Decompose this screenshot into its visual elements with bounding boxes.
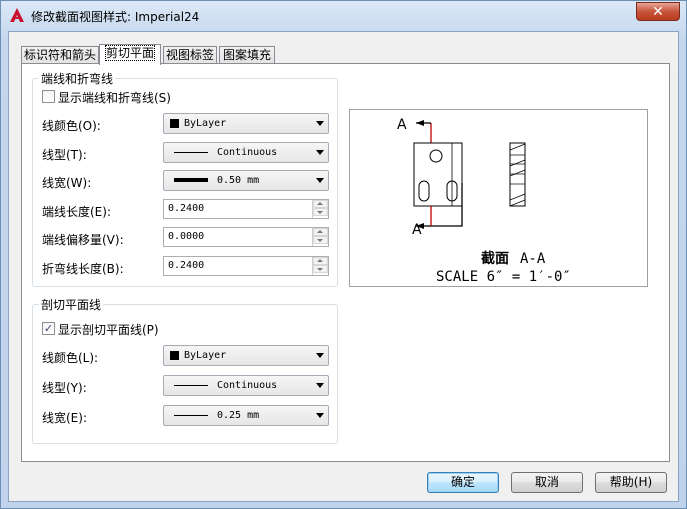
close-icon: ✕ — [652, 4, 664, 20]
end-line-length-label: 端线长度(E): — [42, 205, 111, 219]
cutting-plane-group-title: 剖切平面线 — [39, 296, 104, 313]
spin-up-icon[interactable] — [313, 257, 328, 265]
spin-down-icon[interactable] — [313, 208, 328, 216]
tab-cutting-plane[interactable]: 剪切平面 — [99, 44, 161, 65]
plane-lineweight-label: 线宽(E): — [42, 411, 87, 425]
tab-hatch[interactable]: 图案填充 — [219, 46, 275, 64]
color-swatch — [170, 351, 179, 360]
color-swatch — [170, 119, 179, 128]
bend-line-length-spinner[interactable]: 0.2400 — [163, 256, 329, 276]
bend-line-length-label: 折弯线长度(B): — [42, 262, 124, 276]
chevron-down-icon — [316, 413, 324, 418]
scale-label: SCALE 6″ = 1′-0″ — [436, 269, 571, 285]
end-linetype-label: 线型(T): — [42, 148, 87, 162]
show-end-lines-label: 显示端线和折弯线(S) — [58, 91, 171, 105]
end-lines-group-title: 端线和折弯线 — [39, 70, 116, 87]
title-bar[interactable]: 修改截面视图样式: Imperial24 ✕ — [1, 1, 686, 31]
close-button[interactable]: ✕ — [636, 2, 680, 21]
plane-linetype-dropdown[interactable]: Continuous — [163, 375, 329, 396]
help-button[interactable]: 帮助(H) — [595, 472, 667, 493]
show-cutting-plane-checkbox[interactable]: ✓ — [42, 322, 55, 335]
chevron-down-icon — [316, 383, 324, 388]
checkmark-icon: ✓ — [43, 322, 54, 335]
plane-line-color-label: 线颜色(L): — [42, 351, 99, 365]
preview-pane: A A 截面 A-A SCALE 6″ = 1′-0″ — [349, 109, 648, 287]
end-lineweight-label: 线宽(W): — [42, 176, 92, 190]
chevron-down-icon — [316, 178, 324, 183]
end-line-offset-label: 端线偏移量(V): — [42, 233, 124, 247]
end-line-color-label: 线颜色(O): — [42, 119, 101, 133]
tab-panel-cutting-plane: 端线和折弯线 显示端线和折弯线(S) 线颜色(O): ByLayer 线型(T)… — [21, 63, 670, 462]
spin-up-icon[interactable] — [313, 228, 328, 236]
spin-down-icon[interactable] — [313, 236, 328, 244]
plane-linetype-label: 线型(Y): — [42, 381, 87, 395]
end-lineweight-dropdown[interactable]: 0.50 mm — [163, 170, 329, 191]
end-line-length-spinner[interactable]: 0.2400 — [163, 199, 329, 219]
show-end-lines-checkbox[interactable] — [42, 90, 55, 103]
window-title: 修改截面视图样式: Imperial24 — [31, 10, 200, 24]
spin-down-icon[interactable] — [313, 265, 328, 273]
show-cutting-plane-label: 显示剖切平面线(P) — [58, 323, 159, 337]
cancel-button[interactable]: 取消 — [511, 472, 583, 493]
end-linetype-dropdown[interactable]: Continuous — [163, 142, 329, 163]
spin-up-icon[interactable] — [313, 200, 328, 208]
plane-line-color-dropdown[interactable]: ByLayer — [163, 345, 329, 366]
lineweight-sample — [174, 415, 208, 416]
end-line-color-dropdown[interactable]: ByLayer — [163, 113, 329, 134]
section-id: A-A — [520, 251, 546, 267]
linetype-sample — [174, 152, 208, 153]
section-word: 截面 — [481, 250, 509, 267]
dialog-window: 修改截面视图样式: Imperial24 ✕ 标识符和箭头 剪切平面 视图标签 … — [0, 0, 687, 509]
autocad-logo-icon — [10, 8, 24, 22]
section-label-bottom: A — [412, 222, 422, 238]
end-line-offset-spinner[interactable]: 0.0000 — [163, 227, 329, 247]
plane-lineweight-dropdown[interactable]: 0.25 mm — [163, 405, 329, 426]
linetype-sample — [174, 385, 208, 386]
chevron-down-icon — [316, 150, 324, 155]
section-preview-drawing: A A 截面 A-A SCALE 6″ = 1′-0″ — [397, 117, 571, 285]
section-label-top: A — [397, 117, 407, 133]
tab-identifiers-arrows[interactable]: 标识符和箭头 — [21, 46, 99, 64]
tab-view-label[interactable]: 视图标签 — [163, 46, 217, 64]
lineweight-sample — [174, 178, 208, 182]
dialog-body: 标识符和箭头 剪切平面 视图标签 图案填充 端线和折弯线 显示端线和折弯线(S)… — [8, 31, 679, 502]
cutting-plane-group: 剖切平面线 ✓ 显示剖切平面线(P) 线颜色(L): ByLayer 线型(Y)… — [32, 296, 338, 444]
chevron-down-icon — [316, 121, 324, 126]
end-lines-group: 端线和折弯线 显示端线和折弯线(S) 线颜色(O): ByLayer 线型(T)… — [32, 70, 338, 287]
chevron-down-icon — [316, 353, 324, 358]
ok-button[interactable]: 确定 — [427, 472, 499, 493]
